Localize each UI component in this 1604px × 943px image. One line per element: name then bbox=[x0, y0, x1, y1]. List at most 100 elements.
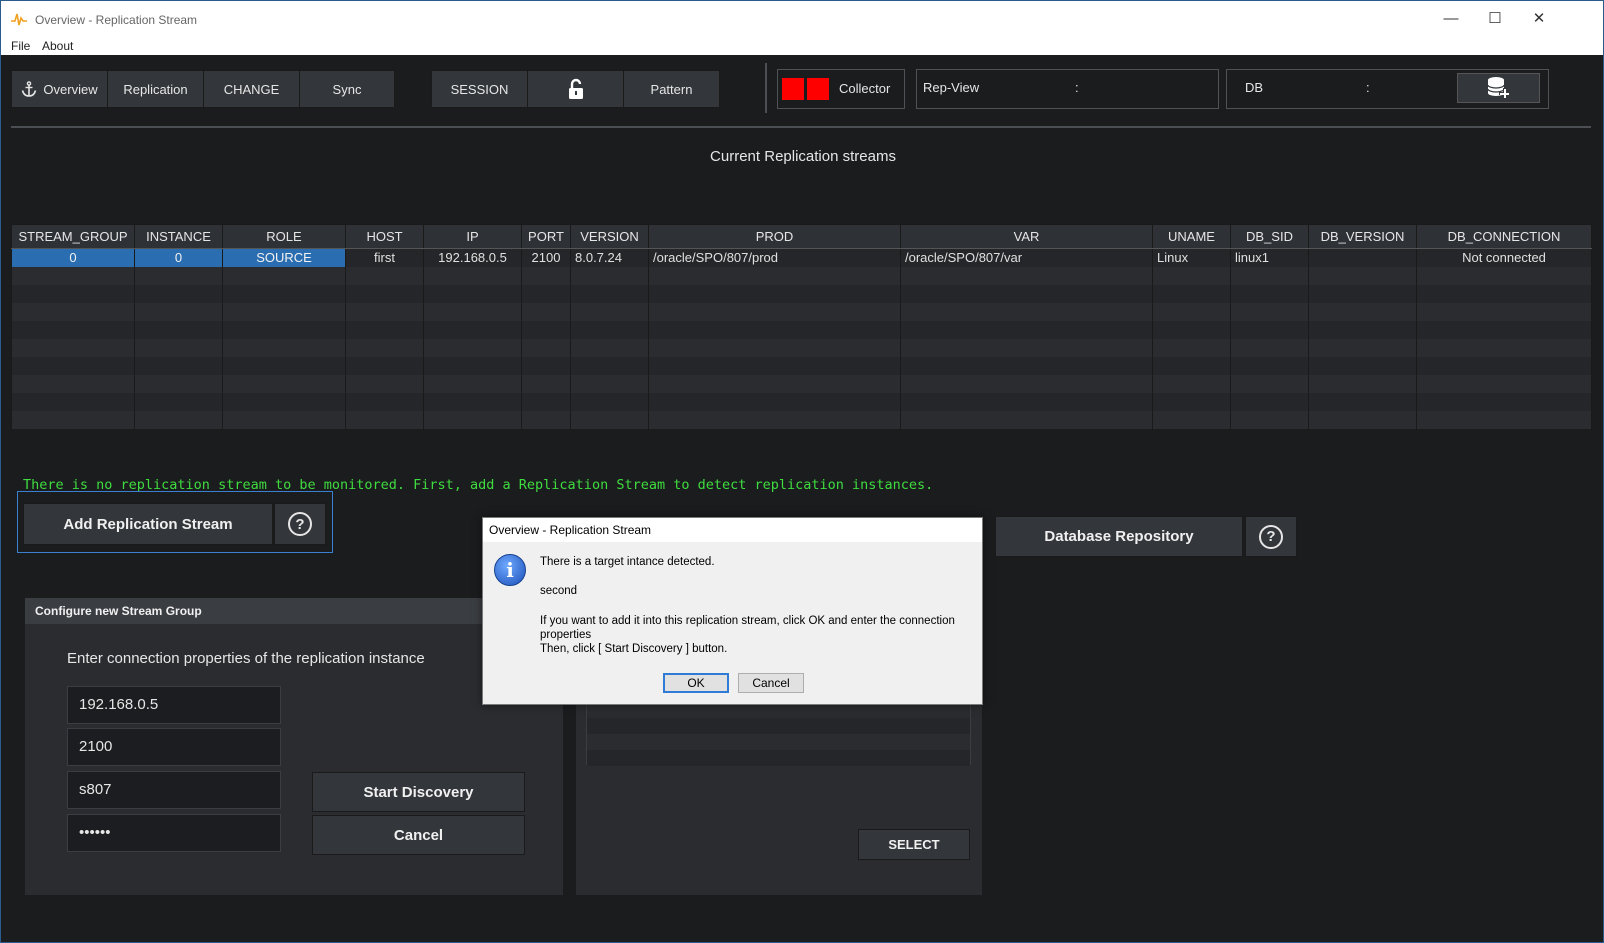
start-discovery-button[interactable]: Start Discovery bbox=[312, 772, 525, 812]
table-cell bbox=[423, 320, 522, 339]
empty-table-row bbox=[11, 410, 1592, 429]
toolbar-separator bbox=[11, 126, 1591, 128]
column-header[interactable]: DB_SID bbox=[1230, 224, 1309, 249]
database-add-icon bbox=[1486, 77, 1510, 99]
table-cell bbox=[900, 302, 1153, 321]
table-cell bbox=[11, 302, 135, 321]
password-field[interactable]: •••••• bbox=[67, 814, 281, 852]
cancel-button[interactable]: Cancel bbox=[312, 815, 525, 855]
table-cell: SOURCE bbox=[222, 248, 346, 267]
db-repository-help-button[interactable]: ? bbox=[1245, 516, 1297, 557]
table-cell bbox=[521, 266, 571, 285]
column-header[interactable]: IP bbox=[423, 224, 522, 249]
close-icon[interactable]: ✕ bbox=[1529, 9, 1549, 29]
anchor-icon bbox=[22, 81, 37, 97]
table-cell bbox=[648, 392, 901, 411]
table-cell bbox=[11, 410, 135, 429]
overview-button[interactable]: Overview bbox=[11, 70, 108, 108]
table-cell: Not connected bbox=[1416, 248, 1592, 267]
column-header[interactable]: ROLE bbox=[222, 224, 346, 249]
sync-button[interactable]: Sync bbox=[299, 70, 395, 108]
empty-table-row bbox=[11, 284, 1592, 303]
empty-table-row bbox=[11, 302, 1592, 321]
ok-button[interactable]: OK bbox=[663, 673, 729, 693]
table-cell bbox=[1152, 356, 1231, 375]
add-stream-help-button[interactable]: ? bbox=[274, 503, 326, 545]
column-header[interactable]: DB_VERSION bbox=[1308, 224, 1417, 249]
table-cell bbox=[1230, 410, 1309, 429]
table-cell bbox=[1308, 302, 1417, 321]
table-cell bbox=[11, 374, 135, 393]
target-detected-dialog: Overview - Replication Stream i There is… bbox=[482, 517, 983, 705]
table-cell bbox=[1152, 374, 1231, 393]
info-icon: i bbox=[494, 554, 526, 586]
table-cell bbox=[1308, 356, 1417, 375]
table-cell bbox=[1416, 320, 1592, 339]
column-header[interactable]: INSTANCE bbox=[134, 224, 223, 249]
column-header[interactable]: VERSION bbox=[570, 224, 649, 249]
table-header: STREAM_GROUP INSTANCE ROLE HOST IP PORT … bbox=[11, 224, 1592, 249]
session-button[interactable]: SESSION bbox=[431, 70, 528, 108]
add-database-button[interactable] bbox=[1457, 73, 1540, 103]
table-cell: /oracle/SPO/807/prod bbox=[648, 248, 901, 267]
menu-about[interactable]: About bbox=[42, 39, 73, 53]
dialog-message-line3: If you want to add it into this replicat… bbox=[540, 615, 955, 641]
table-cell bbox=[1308, 392, 1417, 411]
table-cell bbox=[1308, 284, 1417, 303]
table-cell bbox=[1416, 302, 1592, 321]
pattern-button[interactable]: Pattern bbox=[623, 70, 720, 108]
table-cell bbox=[900, 266, 1153, 285]
table-cell bbox=[1230, 320, 1309, 339]
table-cell bbox=[1230, 374, 1309, 393]
table-cell bbox=[423, 302, 522, 321]
table-cell bbox=[1230, 338, 1309, 357]
table-cell: 0 bbox=[11, 248, 135, 267]
empty-table-row bbox=[11, 266, 1592, 285]
column-header[interactable]: PORT bbox=[521, 224, 571, 249]
table-row[interactable]: 0 0 SOURCE first 192.168.0.5 2100 8.0.7.… bbox=[11, 248, 1592, 267]
table-cell bbox=[900, 374, 1153, 393]
minimize-icon[interactable]: — bbox=[1441, 9, 1461, 29]
table-cell bbox=[222, 392, 346, 411]
user-field[interactable]: s807 bbox=[67, 771, 281, 809]
table-cell: 0 bbox=[134, 248, 223, 267]
menu-file[interactable]: File bbox=[11, 39, 30, 53]
column-header[interactable]: HOST bbox=[345, 224, 424, 249]
table-cell bbox=[134, 266, 223, 285]
table-cell bbox=[423, 356, 522, 375]
port-field[interactable]: 2100 bbox=[67, 728, 281, 766]
table-cell bbox=[423, 392, 522, 411]
table-cell bbox=[570, 320, 649, 339]
table-cell bbox=[1230, 284, 1309, 303]
table-cell bbox=[345, 302, 424, 321]
database-repository-button[interactable]: Database Repository bbox=[995, 516, 1243, 557]
select-button[interactable]: SELECT bbox=[858, 829, 970, 860]
add-replication-stream-button[interactable]: Add Replication Stream bbox=[23, 503, 273, 545]
column-header[interactable]: DB_CONNECTION bbox=[1416, 224, 1592, 249]
app-logo-icon bbox=[11, 13, 27, 26]
dialog-message-line4: Then, click [ Start Discovery ] button. bbox=[540, 643, 728, 655]
column-header[interactable]: UNAME bbox=[1152, 224, 1231, 249]
table-cell: 8.0.7.24 bbox=[570, 248, 649, 267]
maximize-icon[interactable]: ☐ bbox=[1485, 9, 1505, 29]
column-header[interactable]: STREAM_GROUP bbox=[11, 224, 135, 249]
ip-field[interactable]: 192.168.0.5 bbox=[67, 686, 281, 724]
table-cell bbox=[11, 356, 135, 375]
table-cell bbox=[1230, 356, 1309, 375]
connection-prompt: Enter connection properties of the repli… bbox=[67, 650, 425, 667]
column-header[interactable]: PROD bbox=[648, 224, 901, 249]
replication-button[interactable]: Replication bbox=[107, 70, 204, 108]
table-cell bbox=[11, 266, 135, 285]
table-cell bbox=[11, 338, 135, 357]
column-header[interactable]: VAR bbox=[900, 224, 1153, 249]
table-cell bbox=[11, 284, 135, 303]
lock-button[interactable] bbox=[527, 70, 624, 108]
instance-list[interactable] bbox=[586, 701, 971, 766]
table-cell bbox=[1230, 392, 1309, 411]
table-cell bbox=[222, 320, 346, 339]
dialog-cancel-button[interactable]: Cancel bbox=[738, 673, 804, 693]
change-button[interactable]: CHANGE bbox=[203, 70, 300, 108]
table-cell bbox=[1152, 302, 1231, 321]
table-cell bbox=[423, 410, 522, 429]
collector-box[interactable]: Collector bbox=[777, 69, 905, 109]
